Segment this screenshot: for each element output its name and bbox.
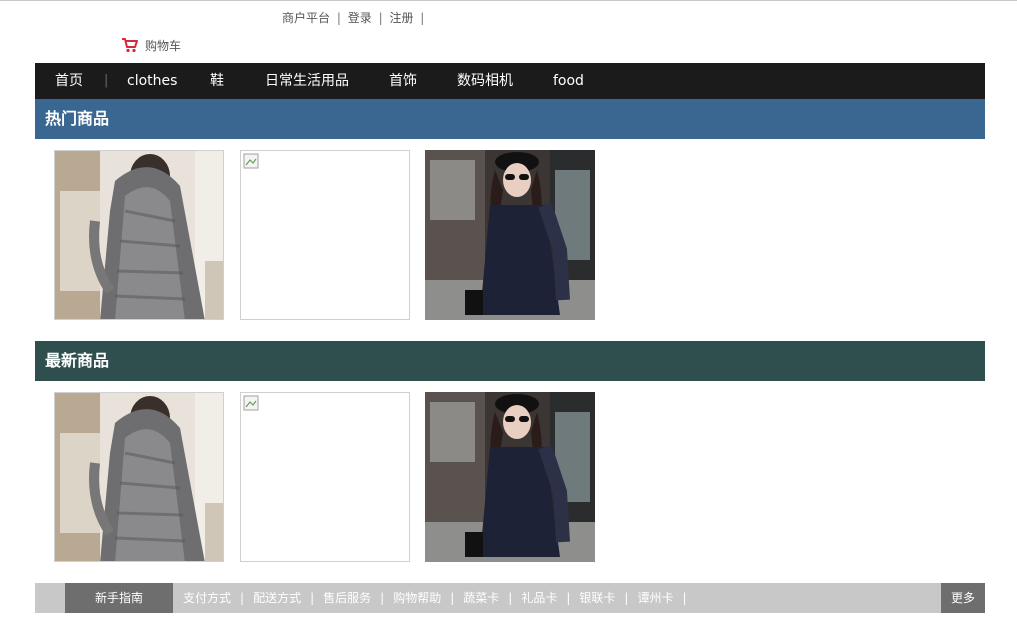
footer-link-tanzhou-card[interactable]: 谭州卡 bbox=[637, 591, 673, 605]
footer-link-after-sales[interactable]: 售后服务 bbox=[323, 591, 371, 605]
product-card[interactable] bbox=[425, 150, 595, 320]
nav-item-jewelry[interactable]: 首饰 bbox=[389, 63, 417, 99]
footer-link-unionpay-card[interactable]: 银联卡 bbox=[579, 591, 615, 605]
footer-link-payment[interactable]: 支付方式 bbox=[183, 591, 231, 605]
product-card[interactable] bbox=[240, 392, 410, 562]
login-link[interactable]: 登录 bbox=[348, 11, 372, 25]
top-divider bbox=[0, 0, 1017, 1]
broken-image-icon bbox=[243, 153, 259, 169]
separator: | bbox=[420, 11, 425, 25]
separator: | bbox=[380, 591, 385, 605]
nav-item-home[interactable]: 首页 bbox=[55, 63, 83, 99]
footer-link-shopping-help[interactable]: 购物帮助 bbox=[393, 591, 441, 605]
footer-links: 支付方式 | 配送方式 | 售后服务 | 购物帮助 | 蔬菜卡 | 礼品卡 | 银联卡 | 谭州卡 | bbox=[183, 583, 696, 613]
product-image-cardigan bbox=[55, 151, 223, 319]
hot-products-header: 热门商品 bbox=[35, 99, 985, 139]
more-button[interactable]: 更多 bbox=[941, 583, 985, 613]
section-title: 最新商品 bbox=[45, 351, 110, 370]
section-title: 热门商品 bbox=[45, 109, 110, 128]
separator: | bbox=[310, 591, 315, 605]
nav-item-clothes[interactable]: clothes bbox=[127, 63, 177, 99]
footer-link-vegetable-card[interactable]: 蔬菜卡 bbox=[463, 591, 499, 605]
main-nav: 首页 | clothes 鞋 日常生活用品 首饰 数码相机 food bbox=[35, 63, 985, 99]
shopping-cart-icon bbox=[122, 38, 138, 53]
separator: | bbox=[378, 11, 383, 25]
footer-link-gift-card[interactable]: 礼品卡 bbox=[521, 591, 557, 605]
separator: | bbox=[240, 591, 245, 605]
product-image-cardigan bbox=[55, 393, 223, 561]
nav-item-food[interactable]: food bbox=[553, 63, 584, 99]
separator: | bbox=[624, 591, 629, 605]
nav-item-digital-cameras[interactable]: 数码相机 bbox=[457, 63, 513, 99]
register-link[interactable]: 注册 bbox=[389, 11, 413, 25]
cart-label: 购物车 bbox=[145, 38, 182, 53]
product-card[interactable] bbox=[240, 150, 410, 320]
separator: | bbox=[450, 591, 455, 605]
broken-image-icon bbox=[243, 395, 259, 411]
nav-item-shoes[interactable]: 鞋 bbox=[210, 63, 224, 99]
separator: | bbox=[682, 591, 687, 605]
new-products-header: 最新商品 bbox=[35, 341, 985, 381]
product-card[interactable] bbox=[425, 392, 595, 562]
footer-link-delivery[interactable]: 配送方式 bbox=[253, 591, 301, 605]
separator: | bbox=[508, 591, 513, 605]
product-image-navy-coat bbox=[425, 150, 595, 320]
separator: | bbox=[566, 591, 571, 605]
product-card[interactable] bbox=[54, 392, 224, 562]
product-image-navy-coat bbox=[425, 392, 595, 562]
beginner-guide-tab[interactable]: 新手指南 bbox=[65, 583, 173, 613]
footer-bar: 新手指南 支付方式 | 配送方式 | 售后服务 | 购物帮助 | 蔬菜卡 | 礼品卡 | 银联卡 | 谭州卡… bbox=[35, 583, 985, 613]
nav-separator: | bbox=[104, 73, 109, 88]
cart-link[interactable]: 购物车 bbox=[121, 37, 181, 53]
nav-item-daily-goods[interactable]: 日常生活用品 bbox=[265, 63, 349, 99]
merchant-platform-link[interactable]: 商户平台 bbox=[282, 11, 330, 25]
product-card[interactable] bbox=[54, 150, 224, 320]
separator: | bbox=[336, 11, 341, 25]
top-links: 商户平台 | 登录 | 注册 | bbox=[282, 9, 427, 26]
